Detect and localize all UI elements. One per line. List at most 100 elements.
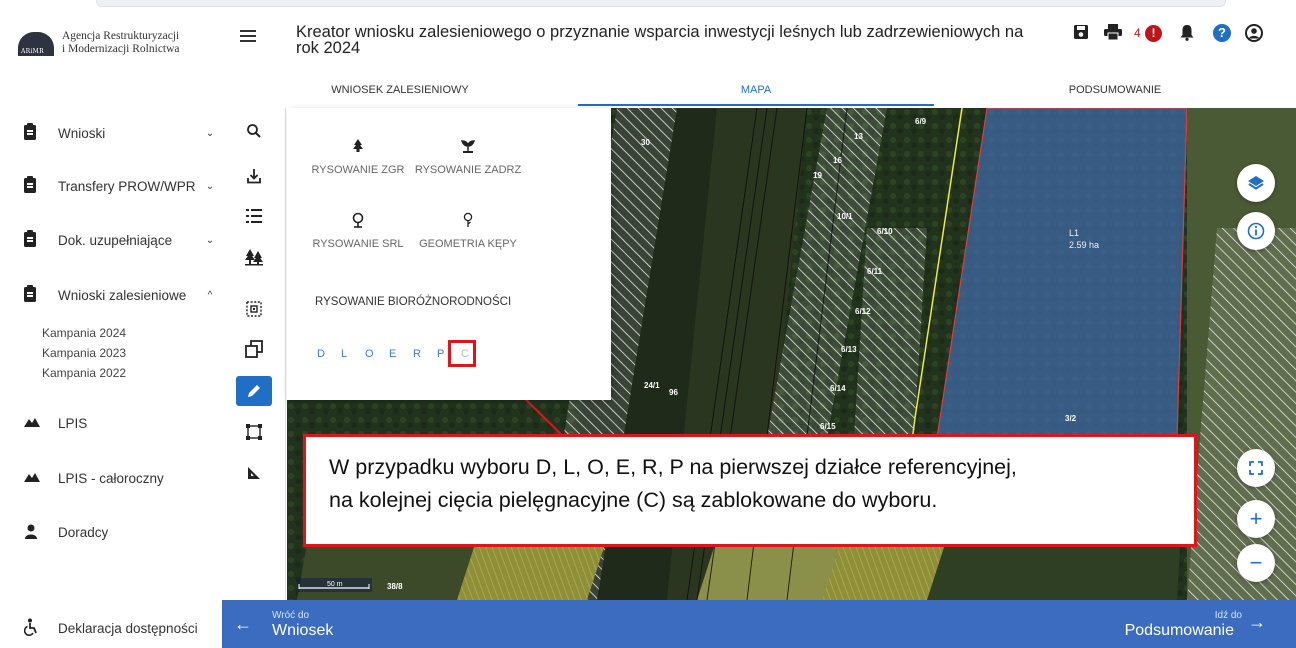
next-button[interactable]: Idź do Podsumowanie → [1116, 600, 1296, 648]
campaign-2022-link[interactable]: Kampania 2022 [42, 366, 126, 380]
parcel-label: 16 [833, 156, 842, 165]
area-label: L1 [1069, 228, 1079, 238]
clipboard-icon [24, 176, 38, 194]
sidebar-item-wnioski-zalesieniowe[interactable]: Wnioski zalesieniowe ^ [24, 284, 216, 306]
layers-button[interactable] [1237, 164, 1275, 202]
list-icon[interactable] [236, 201, 272, 231]
wizard-tabs: WNIOSEK ZALESIENIOWY MAPA PODSUMOWANIE [222, 80, 1296, 106]
parcel-label: 6/15 [820, 422, 836, 431]
sidebar-item-label: Wnioski [58, 125, 106, 141]
map-toolbar [222, 108, 286, 600]
chevron-down-icon: ⌄ [205, 234, 215, 246]
biodiversity-title: RYSOWANIE BIORÓŻNORODNOŚCI [315, 296, 512, 308]
parcel-label: 6/13 [841, 345, 857, 354]
hamburger-menu-icon[interactable] [240, 30, 256, 42]
campaign-2024-link[interactable]: Kampania 2024 [42, 326, 126, 340]
sapling-icon [413, 138, 523, 164]
fullscreen-icon [1249, 461, 1263, 475]
area-value: 2.59 ha [1069, 240, 1099, 250]
wizard-footer: ← Wróć do Wniosek Idź do Podsumowanie → [222, 600, 1296, 648]
sidebar-item-label: LPIS - całoroczny [58, 470, 164, 486]
tree-icon [303, 138, 413, 164]
layers-icon [1248, 176, 1264, 190]
clump-geometry-label: GEOMETRIA KĘPY [419, 238, 517, 250]
help-icon[interactable]: ? [1213, 24, 1231, 44]
search-icon[interactable] [236, 116, 272, 146]
balloon-tree-icon [303, 212, 413, 238]
arrow-right-icon: → [1248, 612, 1266, 632]
campaign-2023-link[interactable]: Kampania 2023 [42, 346, 126, 360]
parcel-label: 30 [641, 138, 650, 147]
minus-icon: − [1249, 550, 1263, 575]
browser-strip [0, 0, 1296, 10]
download-icon[interactable] [236, 161, 272, 191]
sidebar-item-doradcy[interactable]: Doradcy [24, 521, 216, 543]
bell-icon[interactable] [1180, 24, 1194, 44]
sidebar-item-lpis-caloroczny[interactable]: LPIS - całoroczny [24, 467, 216, 489]
next-small-label: Idź do [1214, 610, 1242, 621]
zoom-out-button[interactable]: − [1237, 544, 1275, 582]
logo-text-line1: Agencja Restrukturyzacji [62, 30, 180, 42]
tab-wniosek-zalesieniowy[interactable]: WNIOSEK ZALESIENIOWY [222, 80, 578, 106]
letter-e-button[interactable]: E [389, 348, 413, 360]
sidebar-item-label: Wnioski zalesieniowe [58, 287, 187, 303]
sidebar-item-dok-uzupelniajace[interactable]: Dok. uzupełniające ⌄ [24, 229, 216, 251]
info-button[interactable] [1237, 212, 1275, 250]
draw-srl-button[interactable]: RYSOWANIE SRL [303, 212, 413, 250]
letter-l-button[interactable]: L [341, 348, 365, 360]
sidebar-item-label: Doradcy [58, 524, 109, 540]
clipboard-icon [24, 285, 38, 303]
sidebar-item-wnioski[interactable]: Wnioski ⌄ [24, 122, 216, 144]
arrow-left-icon: ← [234, 614, 252, 634]
zoom-in-button[interactable]: + [1237, 500, 1275, 538]
person-icon [24, 524, 38, 540]
parcel-label: 6/9 [915, 117, 927, 126]
plus-icon: + [1249, 506, 1263, 531]
parcel-label: 6/14 [830, 384, 846, 393]
bounding-box-icon[interactable] [236, 417, 272, 447]
select-area-icon[interactable] [236, 294, 272, 324]
accessibility-link[interactable]: Deklaracja dostępności [23, 618, 198, 639]
sidebar-item-transfery[interactable]: Transfery PROW/WPR ⌄ [24, 175, 216, 197]
measure-angle-icon[interactable] [236, 458, 272, 488]
letter-o-button[interactable]: O [365, 348, 389, 360]
info-icon [1247, 222, 1265, 240]
save-icon[interactable] [1073, 24, 1089, 44]
map-scale-label: 50 m [327, 581, 343, 588]
letter-d-button[interactable]: D [317, 348, 341, 360]
arimr-logo[interactable]: ARiMR Agencja Restrukturyzacji i Moderni… [18, 30, 180, 56]
print-icon[interactable] [1104, 24, 1122, 44]
parcel-label: 38/8 [387, 582, 403, 591]
tab-mapa[interactable]: MAPA [578, 80, 934, 106]
fullscreen-button[interactable] [1237, 449, 1275, 487]
sidebar-item-label: Transfery PROW/WPR [58, 178, 196, 194]
user-account-icon[interactable] [1245, 24, 1263, 44]
chevron-down-icon: ⌄ [205, 127, 215, 139]
clump-geometry-button[interactable]: GEOMETRIA KĘPY [413, 212, 523, 250]
letter-r-button[interactable]: R [413, 348, 437, 360]
notification-count: 4 [1134, 26, 1141, 40]
annotation-callout: W przypadku wyboru D, L, O, E, R, P na p… [303, 434, 1197, 547]
parcel-label: 10/1 [837, 212, 853, 221]
forest-icon[interactable] [236, 242, 272, 272]
parcel-label: 6/11 [867, 267, 883, 276]
back-small-label: Wróć do [272, 610, 310, 621]
sidebar-item-lpis[interactable]: LPIS [24, 412, 216, 434]
draw-zgr-button[interactable]: RYSOWANIE ZGR [303, 138, 413, 176]
sidebar-item-label: Dok. uzupełniające [58, 232, 173, 248]
callout-line2: na kolejnej cięcia pielęgnacyjne (C) są … [329, 488, 938, 512]
chevron-up-icon: ^ [207, 289, 213, 301]
parcel-label: 13 [854, 132, 863, 141]
draw-zadrz-button[interactable]: RYSOWANIE ZADRZ [413, 138, 523, 176]
tab-podsumowanie[interactable]: PODSUMOWANIE [934, 80, 1296, 106]
clipboard-icon [24, 123, 38, 141]
copy-geometry-icon[interactable] [236, 334, 272, 364]
accessibility-icon [23, 618, 58, 639]
back-button[interactable]: ← Wróć do Wniosek [222, 600, 382, 648]
draw-zadrz-label: RYSOWANIE ZADRZ [414, 164, 522, 176]
mountain-icon [24, 470, 40, 486]
draw-srl-label: RYSOWANIE SRL [312, 238, 404, 250]
parcel-label: 19 [813, 171, 822, 180]
draw-pencil-icon[interactable] [236, 376, 272, 406]
error-badge[interactable]: ! [1145, 24, 1162, 44]
